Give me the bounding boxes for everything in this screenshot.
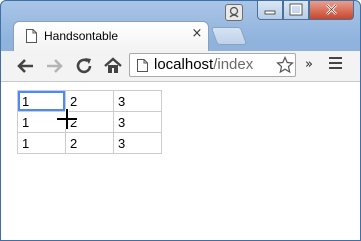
table-row: 123 (17, 132, 162, 154)
new-tab-button[interactable] (210, 27, 248, 45)
extensions-overflow-button[interactable]: » (305, 57, 313, 72)
back-arrow-icon[interactable] (15, 55, 37, 77)
forward-arrow-icon[interactable] (43, 55, 65, 77)
maximize-icon (289, 3, 303, 16)
minimize-button[interactable] (257, 1, 283, 20)
grid-cell[interactable]: 2 (65, 90, 114, 112)
grid-cell[interactable]: 2 (65, 111, 114, 133)
tab-close-button[interactable]: × (190, 27, 204, 41)
user-profile-button[interactable] (225, 4, 243, 21)
home-icon[interactable] (102, 55, 124, 77)
handsontable-grid[interactable]: 123123123 (17, 90, 162, 154)
page-icon (26, 29, 37, 43)
grid-cell[interactable]: 1 (17, 111, 66, 133)
bookmark-star-icon[interactable] (276, 56, 294, 74)
reload-icon[interactable] (73, 55, 95, 77)
tab-title: Handsontable (44, 29, 119, 43)
address-bar[interactable]: localhost/index (129, 53, 296, 77)
page-info-icon[interactable] (137, 59, 148, 72)
grid-cell[interactable]: 3 (113, 90, 162, 112)
table-row: 123 (17, 111, 162, 133)
close-icon (326, 4, 337, 15)
grid-cell[interactable]: 3 (113, 111, 162, 133)
page-content: 123123123 (1, 82, 360, 240)
close-window-button[interactable] (309, 1, 354, 20)
browser-tab[interactable]: Handsontable × (13, 21, 209, 51)
table-row: 123 (17, 90, 162, 112)
browser-window: Handsontable × localhost/index » 1 2 3 1… (0, 0, 361, 241)
url-text: localhost/index (154, 56, 253, 73)
user-icon (229, 6, 239, 18)
grid-cell[interactable]: 3 (113, 132, 162, 154)
url-path: /index (213, 56, 254, 73)
url-host: localhost (154, 56, 214, 73)
grid-cell[interactable]: 2 (65, 132, 114, 154)
grid-cell[interactable]: 1 (17, 132, 66, 154)
browser-toolbar: localhost/index » (1, 51, 360, 82)
title-bar: Handsontable × (1, 1, 360, 51)
grid-cell[interactable]: 1 (17, 90, 66, 112)
minimize-icon (264, 10, 276, 15)
menu-hamburger-icon[interactable] (329, 57, 343, 73)
maximize-button[interactable] (283, 1, 309, 20)
